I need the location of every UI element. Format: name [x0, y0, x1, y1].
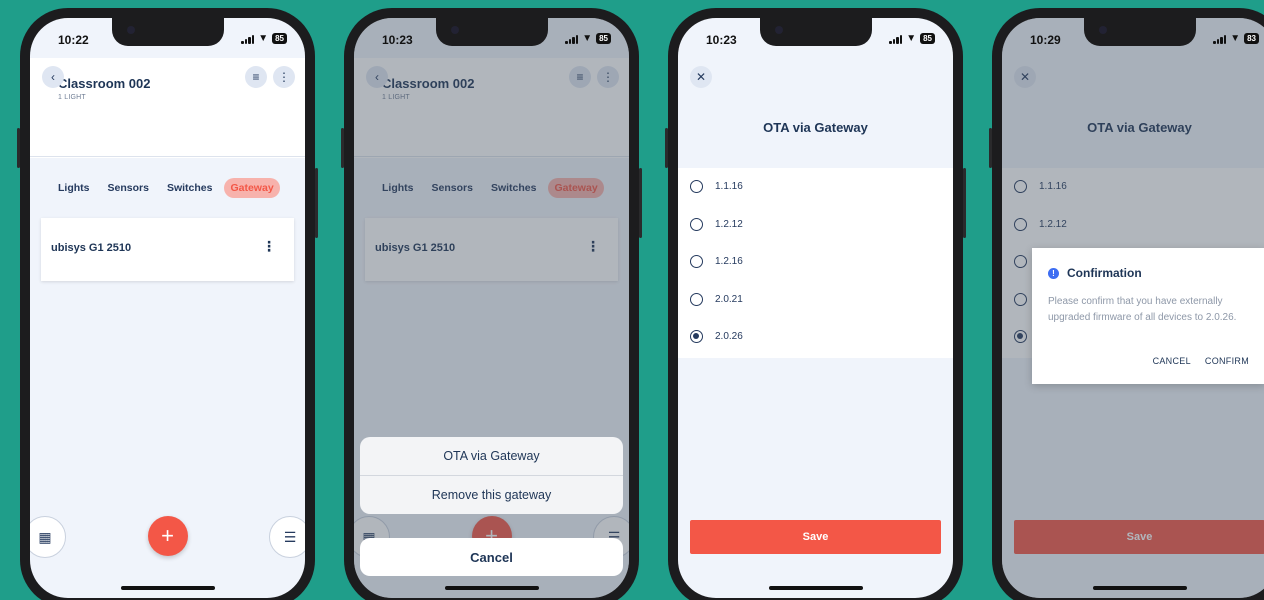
action-sheet: OTA via Gateway Remove this gateway: [360, 437, 623, 514]
gateway-card[interactable]: ubisys G1 2510 ⋮: [41, 218, 294, 281]
version-option[interactable]: 1.2.12: [678, 206, 953, 244]
save-button[interactable]: Save: [690, 520, 941, 554]
plus-icon: +: [161, 523, 174, 548]
wifi-icon: ▼: [906, 32, 917, 44]
close-icon[interactable]: ✕: [690, 66, 712, 88]
phone-screen-2: 10:23 ▼ 85 ‹ ≡ ⋮ Classroom 002 1 LIGHT L…: [341, 8, 642, 600]
more-vertical-icon[interactable]: ⋮: [262, 238, 276, 255]
signal-icon: [565, 34, 579, 44]
menu-icon[interactable]: ☰: [269, 516, 305, 558]
notch: [111, 18, 224, 46]
filter-sliders-icon[interactable]: ≡: [245, 66, 267, 88]
action-sheet-screen: 10:23 ▼ 85 ‹ ≡ ⋮ Classroom 002 1 LIGHT L…: [354, 18, 629, 598]
version-option[interactable]: 1.1.16: [678, 168, 953, 206]
radio-button[interactable]: [690, 180, 703, 194]
tab-lights[interactable]: Lights: [52, 178, 96, 198]
building-icon[interactable]: ▦: [30, 516, 66, 558]
phone-screen-3: 10:23 ▼ 85 ✕ OTA via Gateway 1.1.16 1.2.…: [665, 8, 966, 600]
dialog-message: Please confirm that you have externally …: [1048, 296, 1237, 323]
tab-switches[interactable]: Switches: [161, 178, 219, 198]
bottom-bar: ▦ + ☰: [30, 503, 305, 598]
version-option[interactable]: 1.2.16: [678, 243, 953, 281]
room-subtitle: 1 LIGHT: [58, 94, 86, 101]
confirmation-screen: 10:29 ▼ 83 ✕ OTA via Gateway 1.1.16 1.2.…: [1002, 18, 1264, 598]
cancel-button[interactable]: Cancel: [360, 538, 623, 576]
battery-icon: 85: [272, 33, 287, 44]
signal-icon: [1213, 34, 1227, 44]
battery-icon: 83: [1244, 33, 1259, 44]
confirmation-dialog: ! Confirmation Please confirm that you h…: [1032, 248, 1264, 384]
confirm-button[interactable]: CONFIRM: [1205, 356, 1249, 366]
wifi-icon: ▼: [258, 32, 269, 44]
home-indicator: [444, 586, 539, 590]
version-option[interactable]: 2.0.21: [678, 281, 953, 319]
version-option-selected[interactable]: 2.0.26: [678, 318, 953, 356]
phone-screen-1: 10:22 ▼ 85 ‹ ≡ ⋮ Classroom 002 1 LIGHT L…: [17, 8, 318, 600]
room-screen: 10:22 ▼ 85 ‹ ≡ ⋮ Classroom 002 1 LIGHT L…: [30, 18, 305, 598]
gateway-name: ubisys G1 2510: [51, 242, 132, 254]
wifi-icon: ▼: [1230, 32, 1241, 44]
radio-button[interactable]: [690, 292, 703, 306]
tab-sensors[interactable]: Sensors: [102, 178, 155, 198]
remove-gateway-option[interactable]: Remove this gateway: [360, 476, 623, 514]
page-title: OTA via Gateway: [763, 120, 868, 135]
ota-screen: 10:23 ▼ 85 ✕ OTA via Gateway 1.1.16 1.2.…: [678, 18, 953, 598]
battery-icon: 85: [596, 33, 611, 44]
wifi-icon: ▼: [582, 32, 593, 44]
room-title: Classroom 002: [58, 76, 151, 91]
status-time: 10:29: [1030, 33, 1061, 47]
status-time: 10:23: [382, 33, 413, 47]
version-list: 1.1.16 1.2.12 1.2.16 2.0.21 2.0.26: [678, 168, 953, 358]
signal-icon: [889, 34, 903, 44]
signal-icon: [241, 34, 255, 44]
tab-gateway[interactable]: Gateway: [224, 178, 280, 198]
battery-icon: 85: [920, 33, 935, 44]
ota-via-gateway-option[interactable]: OTA via Gateway: [360, 437, 623, 475]
cancel-button[interactable]: CANCEL: [1153, 356, 1191, 366]
radio-button[interactable]: [690, 255, 703, 269]
phone-screen-4: 10:29 ▼ 83 ✕ OTA via Gateway 1.1.16 1.2.…: [989, 8, 1264, 600]
back-chevron-icon[interactable]: ‹: [42, 66, 64, 88]
radio-button[interactable]: [690, 217, 703, 231]
radio-button-selected[interactable]: [690, 330, 703, 344]
home-indicator: [768, 586, 863, 590]
dialog-title: Confirmation: [1067, 266, 1142, 280]
more-vertical-icon[interactable]: ⋮: [273, 66, 295, 88]
status-time: 10:22: [58, 33, 89, 47]
add-button[interactable]: +: [147, 516, 188, 556]
status-time: 10:23: [706, 33, 737, 47]
home-indicator: [120, 586, 215, 590]
info-icon: !: [1048, 267, 1059, 279]
home-indicator: [1092, 586, 1187, 590]
tab-bar: Lights Sensors Switches Gateway: [52, 178, 295, 198]
